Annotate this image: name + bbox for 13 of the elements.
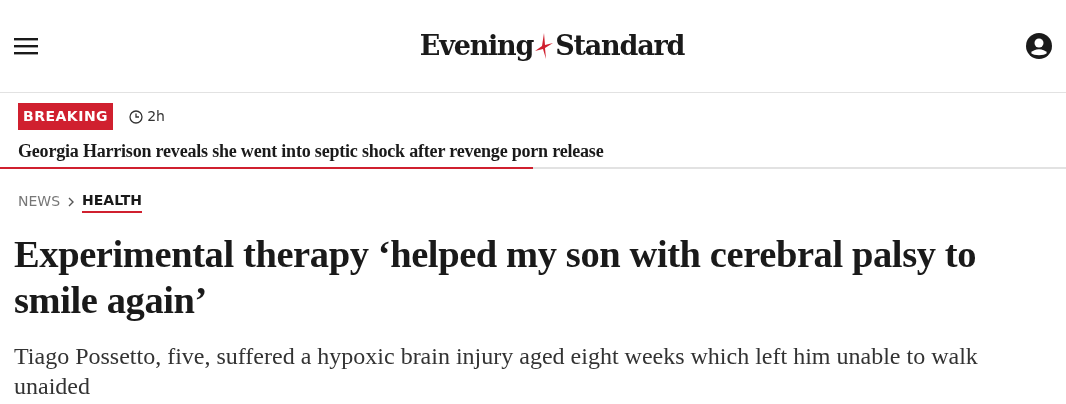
breaking-label: BREAKING xyxy=(18,103,114,130)
clock-icon xyxy=(129,109,144,124)
menu-icon[interactable] xyxy=(14,37,38,55)
breaking-headline-link[interactable]: Georgia Harrison reveals she went into septic shock after revenge porn release xyxy=(18,138,604,165)
chevron-icon xyxy=(68,196,75,207)
breadcrumb-link[interactable]: NEWS xyxy=(18,191,61,212)
logo-text[interactable]: Standard xyxy=(555,25,685,67)
breadcrumb-link[interactable]: HEALTH xyxy=(82,190,143,213)
article-headline: Experimental therapy ‘helped my son with cerebral palsy to smile again’ xyxy=(13,232,978,323)
article-standfirst: Tiago Possetto, five, suffered a hypoxic brain injury aged eight weeks which left him unable to walk unaided xyxy=(13,342,979,401)
logo-text[interactable]: Evening xyxy=(419,25,534,67)
timestamp: 2h xyxy=(147,107,165,126)
account-icon[interactable] xyxy=(1026,33,1052,59)
